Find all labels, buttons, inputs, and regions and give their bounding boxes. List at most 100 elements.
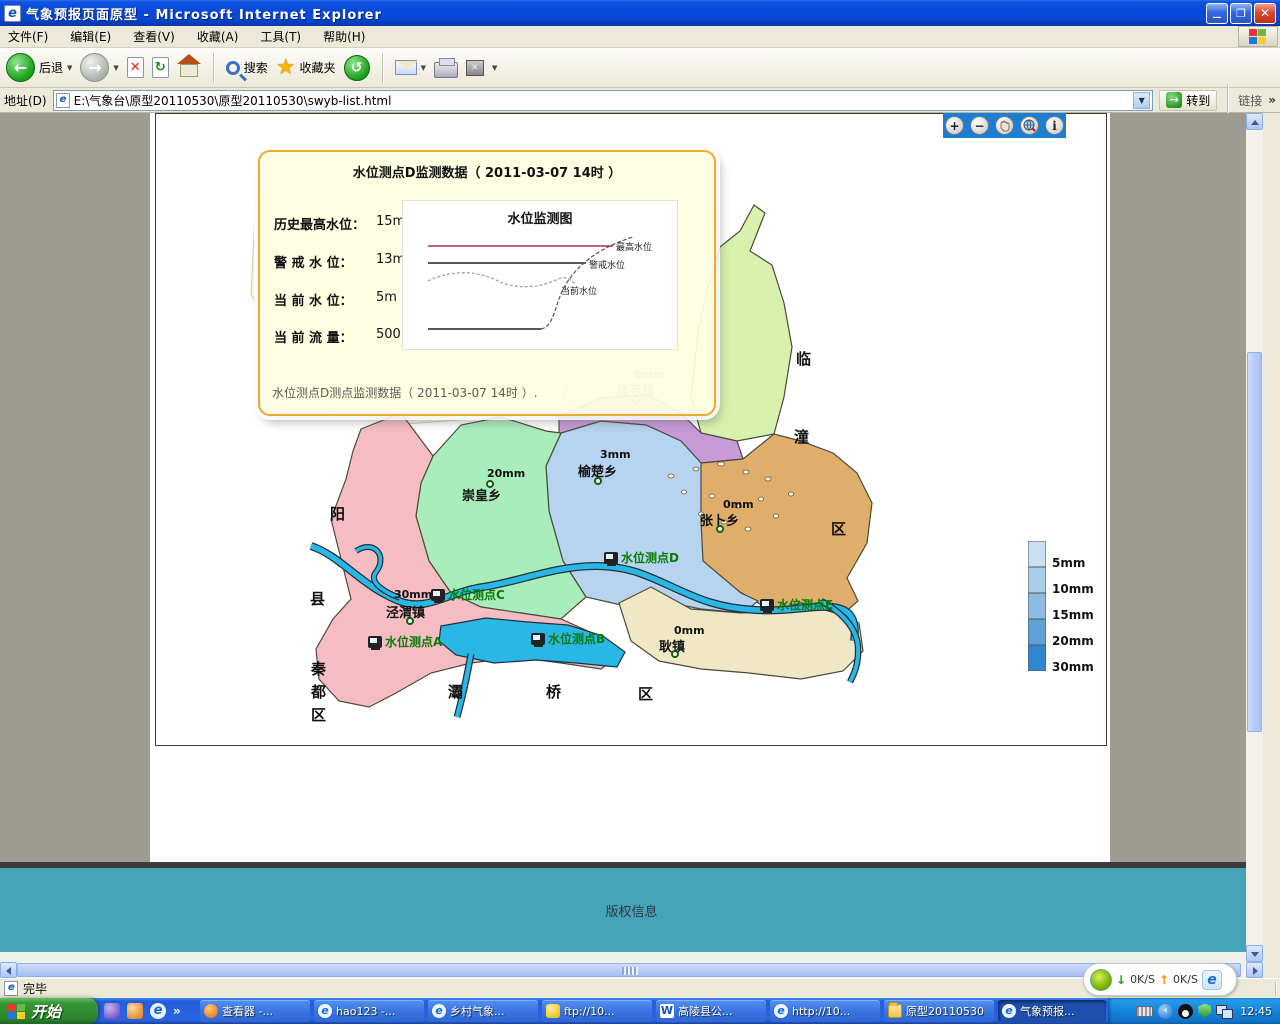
search-button[interactable]: 搜索 (226, 59, 268, 76)
world-search-icon[interactable] (1020, 116, 1039, 135)
pan-hand-icon[interactable] (995, 116, 1014, 135)
refresh-button[interactable] (152, 57, 169, 78)
town-marker-dot (594, 477, 602, 485)
quick-launch (104, 998, 181, 1024)
favorites-button[interactable]: 收藏夹 (276, 55, 336, 80)
chart-title: 水位监测图 (507, 211, 572, 227)
status-text: 完毕 (23, 980, 47, 997)
neighbor-label: 临 (796, 348, 811, 369)
mail-dropdown-icon[interactable] (421, 63, 426, 73)
360-safety-icon[interactable] (1090, 969, 1112, 991)
menu-favorites[interactable]: 收藏(A) (197, 28, 239, 45)
forward-button[interactable] (80, 53, 118, 82)
scroll-down-button[interactable] (1246, 945, 1263, 962)
horizontal-scroll-thumb[interactable] (17, 963, 1241, 977)
menu-tools[interactable]: 工具(T) (260, 28, 301, 45)
viewer-icon (204, 1004, 218, 1018)
home-button[interactable] (177, 56, 201, 80)
address-dropdown-icon[interactable] (1133, 92, 1150, 109)
menu-help[interactable]: 帮助(H) (323, 28, 365, 45)
restore-button[interactable] (1230, 3, 1252, 24)
taskbar-task-folder[interactable]: 原型20110530 (884, 1000, 994, 1022)
toolbar-dropdown-icon[interactable] (492, 63, 497, 73)
links-label[interactable]: 链接 (1238, 92, 1262, 109)
taskbar-task-viewer[interactable]: 查看器 -... (200, 1000, 310, 1022)
taskbar-task-weather[interactable]: 乡村气象... (428, 1000, 538, 1022)
net-speed-widget[interactable]: 0K/S 0K/S (1083, 963, 1237, 996)
minimize-button[interactable] (1206, 3, 1228, 24)
messenger-icon[interactable] (104, 1003, 120, 1019)
water-station-d[interactable]: 水位测点D (604, 549, 679, 566)
info-icon[interactable] (1045, 116, 1064, 135)
windows-flag-icon (8, 1004, 26, 1019)
taskbar-task-hao123[interactable]: hao123 -... (314, 1000, 424, 1022)
neighbor-label: 区 (638, 683, 653, 704)
forward-dropdown-icon[interactable] (113, 63, 118, 73)
scroll-up-button[interactable] (1246, 113, 1263, 130)
neighbor-label: 都 (311, 681, 326, 702)
monitor-icon (760, 599, 774, 611)
address-input[interactable]: E:\气象台\原型20110530\原型20110530\swyb-list.h… (53, 90, 1154, 111)
keyboard-layout-icon[interactable] (1136, 1006, 1153, 1017)
water-station-e[interactable]: 水位测点E (760, 596, 833, 613)
qq-icon[interactable] (1178, 1004, 1193, 1019)
monitor-icon (604, 552, 618, 564)
neighbor-label: 潼 (794, 426, 809, 447)
start-button[interactable]: 开始 (0, 998, 98, 1024)
taskbar-task-active[interactable]: 气象预报... (998, 1000, 1106, 1022)
history-button[interactable] (344, 55, 370, 81)
taskbar-task-ftp[interactable]: ftp://10... (542, 1000, 652, 1022)
zoom-out-icon[interactable] (970, 116, 989, 135)
status-separator (1275, 982, 1276, 996)
water-station-c[interactable]: 水位测点C (431, 586, 505, 603)
back-icon (6, 53, 35, 82)
horizontal-scrollbar[interactable] (0, 962, 1263, 978)
station-d-popup[interactable]: 水位测点D监测数据（ 2011-03-07 14时 ） 历史最高水位： 15m … (258, 150, 716, 416)
home-icon (177, 60, 201, 80)
browser-quick-icon[interactable] (127, 1003, 143, 1019)
rain-legend: 5mm 10mm 15mm 20mm 30mm (1028, 541, 1098, 671)
vertical-scroll-thumb[interactable] (1247, 352, 1262, 732)
taskbar: 开始 查看器 -... hao123 -... 乡村气象... ftp://10… (0, 998, 1280, 1024)
address-label: 地址(D) (4, 92, 47, 109)
scroll-right-button[interactable] (1246, 962, 1263, 978)
back-dropdown-icon[interactable] (67, 63, 72, 73)
menu-file[interactable]: 文件(F) (8, 28, 48, 45)
print-button[interactable] (434, 58, 458, 78)
rain-value: 3mm (600, 448, 631, 461)
ie-icon (774, 1004, 788, 1018)
quicklaunch-chevron-icon[interactable] (173, 1004, 181, 1018)
warning-level-label: 警戒水位 (589, 259, 625, 271)
taskbar-task-word[interactable]: 高陵县公... (656, 1000, 766, 1022)
popup-title: 水位测点D监测数据（ 2011-03-07 14时 ） (260, 162, 714, 181)
neighbor-label: 桥 (546, 681, 561, 702)
close-button[interactable] (1254, 3, 1276, 24)
water-station-a[interactable]: 水位测点A (368, 633, 442, 650)
vertical-scrollbar[interactable] (1246, 113, 1263, 962)
ie-quick-icon[interactable] (150, 1003, 166, 1019)
legend-swatch (1028, 567, 1046, 593)
links-chevron-icon[interactable] (1268, 93, 1276, 107)
taskbar-task-http[interactable]: http://10... (770, 1000, 880, 1022)
menu-edit[interactable]: 编辑(E) (70, 28, 111, 45)
network-icon[interactable] (1216, 1005, 1232, 1018)
ie-shortcut-icon[interactable] (1202, 970, 1222, 990)
menu-view[interactable]: 查看(V) (133, 28, 175, 45)
scroll-left-button[interactable] (0, 962, 17, 978)
stop-button[interactable] (127, 57, 144, 78)
neighbor-label: 阳 (330, 503, 345, 524)
back-button[interactable]: 后退 (6, 53, 72, 82)
tray-collapse-icon[interactable] (1158, 1004, 1173, 1019)
ie-icon (1002, 1004, 1016, 1018)
system-tray: 12:45 (1108, 998, 1280, 1024)
go-button[interactable]: 转到 (1159, 90, 1217, 111)
mail-button[interactable] (395, 60, 426, 75)
address-bar: 地址(D) E:\气象台\原型20110530\原型20110530\swyb-… (0, 88, 1280, 113)
water-station-b[interactable]: 水位测点B (531, 630, 605, 647)
edit-button[interactable] (466, 60, 484, 76)
zoom-in-icon[interactable] (945, 116, 964, 135)
mail-icon (395, 60, 417, 75)
security-shield-icon[interactable] (1198, 1004, 1211, 1019)
copyright-text: 版权信息 (605, 901, 657, 920)
footer-lower-strip (0, 952, 1263, 962)
